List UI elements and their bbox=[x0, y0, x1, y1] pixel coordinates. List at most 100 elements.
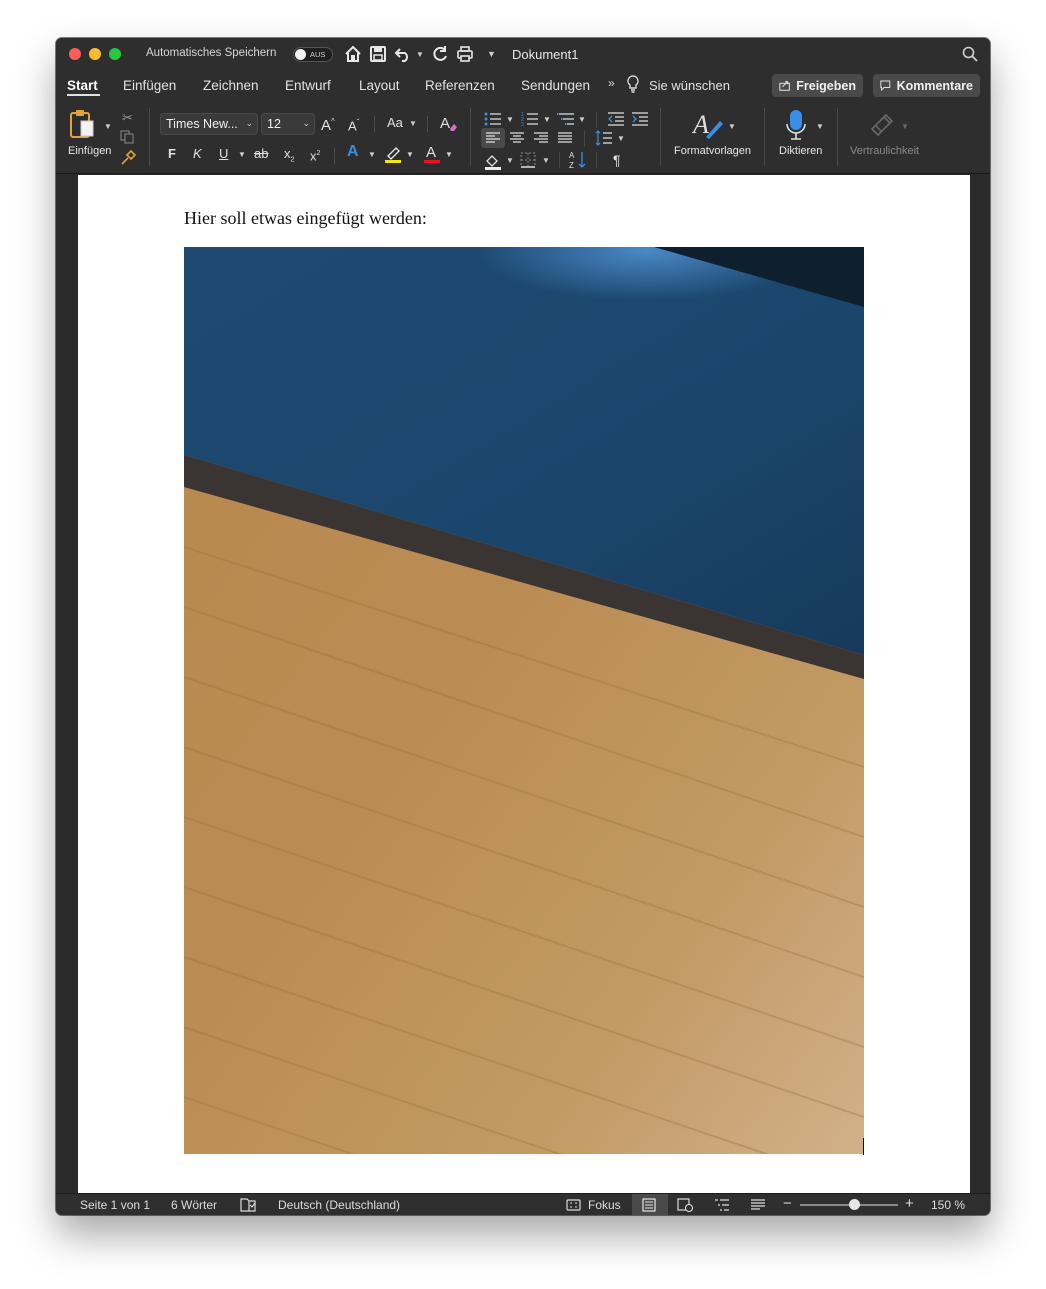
word-count[interactable]: 6 Wörter bbox=[171, 1198, 217, 1212]
dictate-dropdown-icon[interactable]: ▼ bbox=[816, 122, 824, 131]
styles-dropdown-icon[interactable]: ▼ bbox=[728, 122, 736, 131]
sort-icon[interactable]: A Z bbox=[569, 150, 587, 170]
draft-view-icon[interactable] bbox=[750, 1198, 766, 1212]
bullets-icon[interactable] bbox=[484, 111, 502, 127]
close-window-button[interactable] bbox=[69, 48, 81, 60]
justify-icon[interactable] bbox=[557, 131, 573, 145]
microphone-icon[interactable] bbox=[785, 108, 807, 142]
clipboard-paste-icon[interactable] bbox=[69, 109, 95, 139]
svg-text:A: A bbox=[440, 115, 450, 132]
numbering-icon[interactable]: 123 bbox=[521, 111, 539, 127]
change-case-dropdown-icon[interactable]: ▼ bbox=[409, 119, 417, 128]
sensitivity-icon[interactable] bbox=[868, 109, 896, 139]
font-name-combo[interactable]: Times New... ⌄ bbox=[160, 113, 258, 135]
align-right-icon[interactable] bbox=[533, 131, 549, 145]
zoom-in-icon[interactable]: + bbox=[905, 1195, 914, 1212]
sensitivity-dropdown-icon[interactable]: ▼ bbox=[901, 122, 909, 131]
align-center-icon[interactable] bbox=[509, 131, 525, 145]
outline-view-icon[interactable] bbox=[714, 1198, 730, 1212]
undo-icon[interactable] bbox=[394, 45, 412, 63]
cut-icon[interactable]: ✂ bbox=[122, 110, 133, 126]
tab-references[interactable]: Referenzen bbox=[425, 78, 495, 93]
show-formatting-marks-icon[interactable]: ¶ bbox=[613, 152, 621, 168]
clear-formatting-icon[interactable]: A bbox=[439, 113, 459, 133]
maximize-window-button[interactable] bbox=[109, 48, 121, 60]
tell-me-field[interactable]: Sie wünschen bbox=[649, 78, 730, 93]
redo-icon[interactable] bbox=[431, 45, 449, 63]
shading-icon[interactable] bbox=[484, 152, 502, 170]
subscript-icon[interactable]: x2 bbox=[284, 146, 294, 169]
proofing-icon[interactable] bbox=[240, 1198, 256, 1212]
save-icon[interactable] bbox=[369, 45, 387, 63]
strikethrough-button[interactable]: ab bbox=[254, 146, 268, 162]
highlight-icon[interactable] bbox=[383, 144, 403, 164]
line-spacing-dropdown-icon[interactable]: ▼ bbox=[617, 134, 625, 143]
multilevel-list-icon[interactable] bbox=[557, 111, 575, 127]
text-effects-dropdown-icon[interactable]: ▼ bbox=[368, 150, 376, 159]
dictate-label: Diktieren bbox=[779, 145, 823, 157]
share-button[interactable]: Freigeben bbox=[772, 74, 863, 97]
bullets-dropdown-icon[interactable]: ▼ bbox=[506, 115, 514, 124]
multilevel-dropdown-icon[interactable]: ▼ bbox=[578, 115, 586, 124]
underline-button[interactable]: U bbox=[219, 146, 228, 162]
zoom-slider-thumb[interactable] bbox=[849, 1199, 860, 1210]
numbering-dropdown-icon[interactable]: ▼ bbox=[543, 115, 551, 124]
tab-start[interactable]: Start bbox=[67, 78, 98, 93]
superscript-icon[interactable]: x2 bbox=[310, 146, 320, 164]
home-icon[interactable] bbox=[344, 45, 362, 63]
highlight-dropdown-icon[interactable]: ▼ bbox=[406, 150, 414, 159]
decrease-indent-icon[interactable] bbox=[607, 111, 625, 127]
tab-insert[interactable]: Einfügen bbox=[123, 78, 176, 93]
autosave-toggle[interactable]: AUS bbox=[293, 47, 333, 62]
search-icon[interactable] bbox=[962, 46, 978, 62]
font-size-combo[interactable]: 12 ⌄ bbox=[261, 113, 315, 135]
text-effects-icon[interactable]: A bbox=[347, 144, 359, 160]
comments-button[interactable]: Kommentare bbox=[873, 74, 980, 97]
format-painter-icon[interactable] bbox=[120, 150, 136, 166]
paste-dropdown-icon[interactable]: ▼ bbox=[104, 122, 112, 131]
align-left-icon[interactable] bbox=[485, 131, 501, 145]
zoom-level[interactable]: 150 % bbox=[931, 1198, 965, 1212]
sensitivity-label: Vertraulichkeit bbox=[850, 145, 920, 157]
shading-dropdown-icon[interactable]: ▼ bbox=[506, 156, 514, 165]
undo-dropdown-icon[interactable]: ▼ bbox=[416, 50, 424, 59]
page-info[interactable]: Seite 1 von 1 bbox=[80, 1198, 150, 1212]
inserted-photo[interactable] bbox=[184, 247, 864, 1154]
print-layout-icon[interactable] bbox=[642, 1198, 656, 1212]
comments-label: Kommentare bbox=[896, 78, 973, 93]
focus-icon[interactable] bbox=[566, 1199, 581, 1211]
minimize-window-button[interactable] bbox=[89, 48, 101, 60]
tab-design[interactable]: Entwurf bbox=[285, 78, 331, 93]
font-color-icon[interactable]: A bbox=[422, 143, 442, 164]
increase-indent-icon[interactable] bbox=[631, 111, 649, 127]
styles-icon[interactable]: A bbox=[692, 109, 726, 141]
language-indicator[interactable]: Deutsch (Deutschland) bbox=[278, 1198, 400, 1212]
underline-dropdown-icon[interactable]: ▼ bbox=[238, 150, 246, 159]
focus-mode-button[interactable]: Fokus bbox=[588, 1198, 621, 1212]
document-paragraph[interactable]: Hier soll etwas eingefügt werden: bbox=[184, 208, 427, 229]
tab-draw[interactable]: Zeichnen bbox=[203, 78, 259, 93]
borders-icon[interactable] bbox=[520, 152, 536, 168]
document-page[interactable]: Hier soll etwas eingefügt werden: bbox=[78, 175, 970, 1193]
web-layout-icon[interactable] bbox=[677, 1198, 693, 1212]
grow-font-icon[interactable]: A^ bbox=[321, 114, 335, 134]
borders-dropdown-icon[interactable]: ▼ bbox=[542, 156, 550, 165]
copy-icon[interactable] bbox=[120, 130, 134, 144]
ribbon-separator bbox=[764, 108, 765, 166]
tab-mailings[interactable]: Sendungen bbox=[521, 78, 590, 93]
change-case-button[interactable]: Aa bbox=[387, 115, 403, 131]
more-tabs-icon[interactable]: » bbox=[608, 76, 615, 90]
print-icon[interactable] bbox=[456, 45, 474, 63]
document-canvas: Hier soll etwas eingefügt werden: bbox=[56, 175, 990, 1193]
italic-button[interactable]: K bbox=[193, 146, 202, 162]
lightbulb-icon bbox=[627, 75, 639, 93]
tab-layout[interactable]: Layout bbox=[359, 78, 400, 93]
ribbon-separator bbox=[596, 152, 597, 168]
font-color-dropdown-icon[interactable]: ▼ bbox=[445, 150, 453, 159]
bold-button[interactable]: F bbox=[168, 146, 176, 162]
zoom-out-icon[interactable]: − bbox=[783, 1195, 792, 1212]
customize-toolbar-icon[interactable]: ▼ bbox=[487, 49, 496, 59]
comment-icon bbox=[880, 80, 891, 92]
shrink-font-icon[interactable]: Aˇ bbox=[348, 115, 359, 134]
line-spacing-icon[interactable] bbox=[595, 130, 613, 146]
